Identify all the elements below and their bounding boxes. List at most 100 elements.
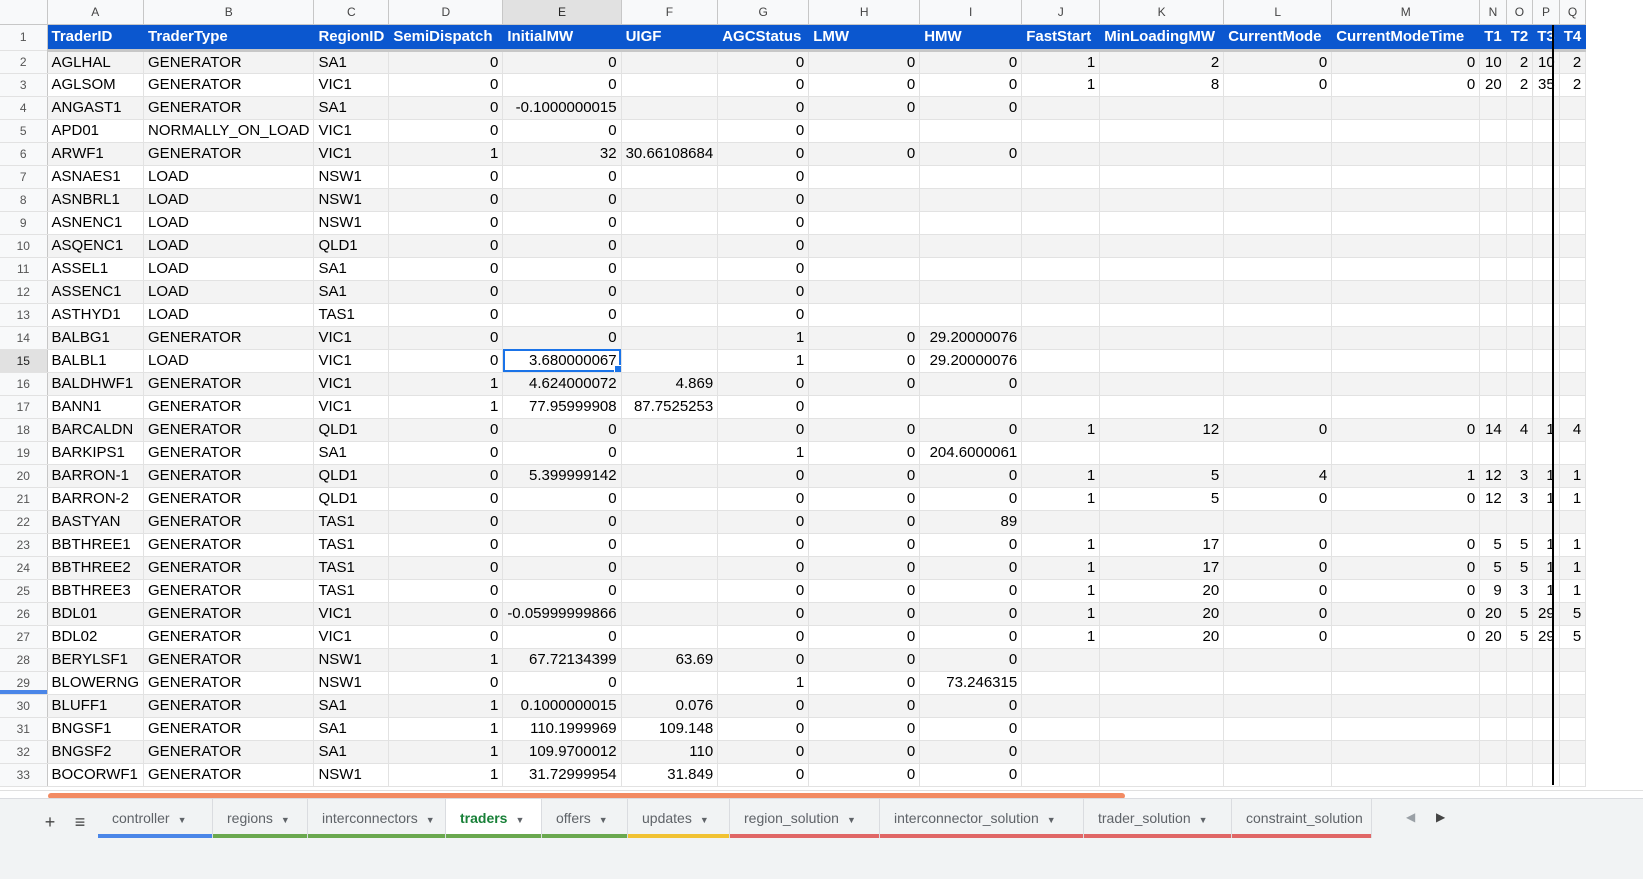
cell[interactable] [1559,211,1587,235]
cell[interactable]: SA1 [313,717,390,741]
cell[interactable] [1532,349,1560,373]
cell[interactable] [1331,694,1481,718]
cell[interactable] [1559,303,1587,327]
cell[interactable]: 2 [1506,73,1534,97]
header-cell[interactable]: T3 [1532,24,1560,52]
cell[interactable]: ASSEL1 [47,257,145,281]
cell[interactable]: 0 [388,73,504,97]
column-header[interactable]: Q [1559,0,1587,25]
row-number[interactable]: 27 [0,625,48,649]
cell[interactable]: SA1 [313,694,390,718]
cell[interactable] [1331,395,1481,419]
cell[interactable]: 12 [1099,418,1225,442]
cell[interactable]: 0 [919,418,1023,442]
cell[interactable]: 0 [1331,487,1481,511]
cell[interactable] [621,464,719,488]
cell[interactable]: 0 [388,671,504,695]
cell[interactable]: BBTHREE1 [47,533,145,557]
cell[interactable] [1559,671,1587,695]
sheet-tab-trader-solution[interactable]: trader_solution ▼ [1084,799,1232,838]
cell[interactable]: BASTYAN [47,510,145,534]
cell[interactable]: 0 [388,510,504,534]
cell[interactable]: 0 [502,510,622,534]
cell[interactable] [1021,119,1101,143]
column-header[interactable]: H [808,0,921,25]
cell[interactable]: 0 [717,165,810,189]
cell[interactable] [1479,372,1507,396]
cell[interactable] [1479,671,1507,695]
cell[interactable]: 3 [1506,579,1534,603]
cell[interactable] [1099,257,1225,281]
cell[interactable] [1506,188,1534,212]
cell[interactable]: 4 [1223,464,1333,488]
cell[interactable]: ASSENC1 [47,280,145,304]
cell[interactable]: 0 [717,579,810,603]
cell[interactable]: 0 [717,556,810,580]
cell[interactable]: LOAD [143,303,315,327]
cell[interactable]: GENERATOR [143,50,315,74]
cell[interactable] [1331,648,1481,672]
row-number[interactable]: 6 [0,142,48,166]
header-cell[interactable]: LMW [808,24,921,52]
cell[interactable]: 30.66108684 [621,142,719,166]
cell[interactable]: BOCORWF1 [47,763,145,787]
header-cell[interactable]: T2 [1506,24,1534,52]
cell[interactable]: 0 [1223,625,1333,649]
cell[interactable]: BARRON-2 [47,487,145,511]
sheet-tab-interconnector-solution[interactable]: interconnector_solution ▼ [880,799,1084,838]
cell[interactable]: BALBG1 [47,326,145,350]
cell[interactable] [1559,694,1587,718]
cell[interactable]: 1 [1021,602,1101,626]
cell[interactable]: LOAD [143,188,315,212]
cell[interactable]: VIC1 [313,395,390,419]
cell[interactable] [1506,441,1534,465]
cell[interactable]: APD01 [47,119,145,143]
row-number[interactable]: 8 [0,188,48,212]
cell[interactable]: 0 [808,487,921,511]
cell[interactable] [1479,280,1507,304]
cell[interactable]: 0 [1331,625,1481,649]
cell[interactable] [1331,510,1481,534]
cell[interactable]: 1 [388,763,504,787]
cell[interactable]: 0 [502,234,622,258]
header-cell[interactable]: CurrentMode [1223,24,1333,52]
row-number[interactable]: 5 [0,119,48,143]
cell[interactable] [1532,119,1560,143]
cell[interactable] [1223,234,1333,258]
cell[interactable] [1021,303,1101,327]
cell[interactable] [1559,510,1587,534]
cell[interactable]: 0 [502,487,622,511]
cell[interactable]: 1 [1021,73,1101,97]
sheet-tab-interconnectors[interactable]: interconnectors ▼ [308,799,446,838]
cell[interactable] [621,234,719,258]
cell[interactable] [919,234,1023,258]
header-cell[interactable]: FastStart [1021,24,1101,52]
cell[interactable] [621,579,719,603]
header-cell[interactable]: MinLoadingMW [1099,24,1225,52]
cell[interactable]: QLD1 [313,418,390,442]
row-number[interactable]: 25 [0,579,48,603]
cell[interactable] [1532,211,1560,235]
row-number[interactable]: 3 [0,73,48,97]
cell[interactable]: 0 [808,372,921,396]
cell[interactable]: 0 [919,50,1023,74]
cell[interactable]: 110.1999969 [502,717,622,741]
cell[interactable] [1099,395,1225,419]
cell[interactable] [1099,740,1225,764]
cell[interactable]: 20 [1479,602,1507,626]
cell[interactable] [1506,165,1534,189]
cell[interactable]: VIC1 [313,142,390,166]
cell[interactable] [1099,188,1225,212]
cell[interactable]: 1 [1532,487,1560,511]
cell[interactable]: 1 [1532,533,1560,557]
cell[interactable]: LOAD [143,234,315,258]
cell[interactable] [1559,326,1587,350]
cell[interactable] [1223,763,1333,787]
cell[interactable]: GENERATOR [143,717,315,741]
cell[interactable]: 0 [388,533,504,557]
cell[interactable]: 0 [1331,73,1481,97]
cell[interactable]: VIC1 [313,73,390,97]
cell[interactable] [1223,671,1333,695]
header-cell[interactable]: InitialMW [502,24,622,52]
cell[interactable]: 1 [1021,50,1101,74]
